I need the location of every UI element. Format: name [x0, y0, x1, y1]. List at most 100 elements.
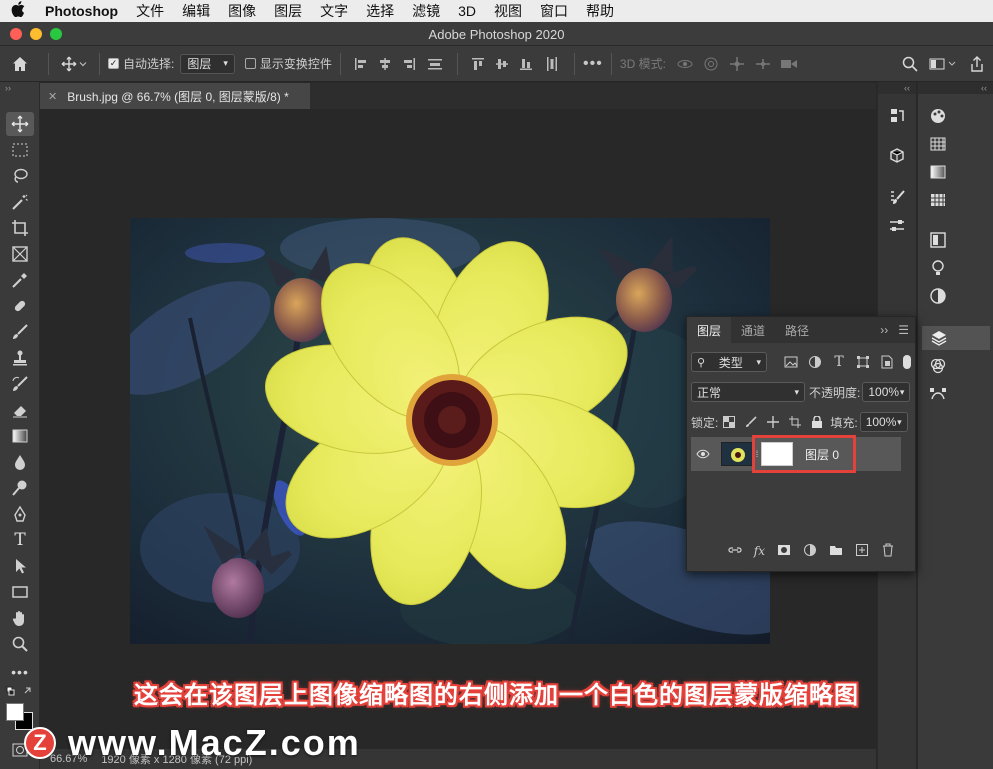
channels-panel-icon[interactable] — [924, 354, 952, 378]
properties-panel-icon[interactable] — [883, 214, 911, 238]
tab-channels[interactable]: 通道 — [731, 317, 775, 343]
hand-tool-icon[interactable] — [6, 606, 34, 630]
align-bottom-icon[interactable] — [514, 57, 538, 71]
frame-tool-icon[interactable] — [6, 242, 34, 266]
blend-mode-dropdown[interactable]: 正常 ▾ — [691, 382, 805, 402]
panel-menu-icon[interactable]: ☰ — [898, 323, 909, 337]
3d-orbit-icon[interactable] — [672, 57, 698, 71]
menu-layer[interactable]: 图层 — [265, 1, 311, 21]
styles-panel-icon[interactable] — [924, 284, 952, 308]
move-tool-preset-icon[interactable] — [57, 52, 91, 76]
adjustments-panel-icon[interactable] — [924, 228, 952, 252]
lock-artboard-icon[interactable] — [784, 416, 806, 428]
align-left-icon[interactable] — [349, 57, 373, 71]
new-layer-icon[interactable] — [855, 543, 869, 560]
filter-adjustment-icon[interactable] — [803, 355, 827, 369]
history-panel-icon[interactable] — [883, 104, 911, 128]
patterns-panel-icon[interactable] — [924, 188, 952, 212]
expand-dock-icon[interactable]: ‹‹ — [878, 82, 916, 94]
eraser-tool-icon[interactable] — [6, 398, 34, 422]
gradient-tool-icon[interactable] — [6, 424, 34, 448]
filter-toggle[interactable] — [903, 355, 911, 369]
rectangle-tool-icon[interactable] — [6, 580, 34, 604]
healing-brush-tool-icon[interactable] — [6, 294, 34, 318]
paths-panel-icon[interactable] — [924, 382, 952, 406]
menu-file[interactable]: 文件 — [127, 1, 173, 21]
filter-smart-object-icon[interactable] — [875, 355, 899, 369]
lock-position-icon[interactable] — [762, 416, 784, 428]
magic-wand-tool-icon[interactable] — [6, 190, 34, 214]
align-right-icon[interactable] — [397, 57, 421, 71]
3d-camera-icon[interactable] — [776, 57, 802, 71]
opacity-field[interactable]: 100% ▾ — [862, 382, 911, 402]
blur-tool-icon[interactable] — [6, 450, 34, 474]
pen-tool-icon[interactable] — [6, 502, 34, 526]
close-tab-icon[interactable]: ✕ — [48, 90, 57, 103]
share-icon[interactable] — [961, 55, 993, 72]
document-tab[interactable]: ✕ Brush.jpg @ 66.7% (图层 0, 图层蒙版/8) * — [40, 83, 310, 109]
menu-edit[interactable]: 编辑 — [173, 1, 219, 21]
filter-shape-icon[interactable] — [851, 355, 875, 369]
align-hcenter-icon[interactable] — [373, 57, 397, 71]
home-icon[interactable] — [0, 52, 40, 76]
path-selection-tool-icon[interactable] — [6, 554, 34, 578]
distribute-vertical-icon[interactable] — [421, 57, 449, 71]
gradients-panel-icon[interactable] — [924, 160, 952, 184]
lock-transparent-icon[interactable] — [718, 416, 740, 428]
collapse-dock-icon[interactable]: ‹‹ — [918, 82, 993, 94]
menu-view[interactable]: 视图 — [485, 1, 531, 21]
workspace-switcher-icon[interactable] — [925, 57, 961, 71]
delete-layer-icon[interactable] — [881, 543, 895, 560]
new-group-icon[interactable] — [829, 543, 843, 560]
eyedropper-tool-icon[interactable] — [6, 268, 34, 292]
color-panel-icon[interactable] — [924, 104, 952, 128]
3d-slide-icon[interactable] — [750, 56, 776, 72]
auto-select-checkbox[interactable]: ✓ — [108, 58, 119, 69]
tab-paths[interactable]: 路径 — [775, 317, 819, 343]
add-mask-icon[interactable] — [777, 543, 791, 560]
filter-pixel-icon[interactable] — [779, 355, 803, 369]
link-layers-icon[interactable] — [728, 543, 742, 560]
libraries-panel-icon[interactable] — [924, 256, 952, 280]
brush-settings-icon[interactable] — [883, 186, 911, 210]
zoom-tool-icon[interactable] — [6, 632, 34, 656]
apple-icon[interactable] — [0, 1, 36, 21]
type-tool-icon[interactable]: T — [6, 528, 34, 552]
add-layer-style-icon[interactable]: fx — [754, 544, 765, 558]
3d-pan-icon[interactable] — [724, 56, 750, 72]
new-adjustment-layer-icon[interactable] — [803, 543, 817, 560]
lock-pixels-icon[interactable] — [740, 416, 762, 428]
more-options-icon[interactable]: ••• — [583, 55, 603, 73]
align-vcenter-icon[interactable] — [490, 57, 514, 71]
auto-select-dropdown[interactable]: 图层 ▾ — [180, 53, 235, 74]
crop-tool-icon[interactable] — [6, 216, 34, 240]
dodge-tool-icon[interactable] — [6, 476, 34, 500]
3d-roll-icon[interactable] — [698, 56, 724, 72]
move-tool-icon[interactable] — [6, 112, 34, 136]
menu-window[interactable]: 窗口 — [531, 1, 577, 21]
menu-app-name[interactable]: Photoshop — [36, 3, 127, 19]
layer-filter-dropdown[interactable]: ⚲ 类型 ▾ — [691, 352, 767, 372]
3d-panel-icon[interactable] — [883, 144, 911, 168]
layer-image-thumbnail[interactable] — [721, 442, 753, 466]
menu-filter[interactable]: 滤镜 — [403, 1, 449, 21]
filter-type-icon[interactable]: T — [827, 354, 851, 370]
tab-layers[interactable]: 图层 — [687, 317, 732, 343]
distribute-horizontal-icon[interactable] — [538, 56, 566, 72]
visibility-eye-icon[interactable] — [691, 449, 715, 459]
fill-field[interactable]: 100% ▾ — [859, 412, 908, 432]
align-top-icon[interactable] — [466, 57, 490, 71]
menu-type[interactable]: 文字 — [311, 1, 357, 21]
show-transform-checkbox[interactable] — [244, 58, 256, 69]
swatches-panel-icon[interactable] — [924, 132, 952, 156]
collapse-panel-icon[interactable]: ›› — [880, 323, 888, 337]
menu-select[interactable]: 选择 — [357, 1, 403, 21]
collapse-toolbar-icon[interactable]: ›› — [0, 82, 39, 94]
lock-all-icon[interactable] — [806, 416, 828, 428]
menu-image[interactable]: 图像 — [219, 1, 265, 21]
search-icon[interactable] — [895, 56, 925, 72]
layers-panel-icon[interactable] — [922, 326, 990, 350]
lasso-tool-icon[interactable] — [6, 164, 34, 188]
menu-help[interactable]: 帮助 — [577, 1, 623, 21]
history-brush-tool-icon[interactable] — [6, 372, 34, 396]
